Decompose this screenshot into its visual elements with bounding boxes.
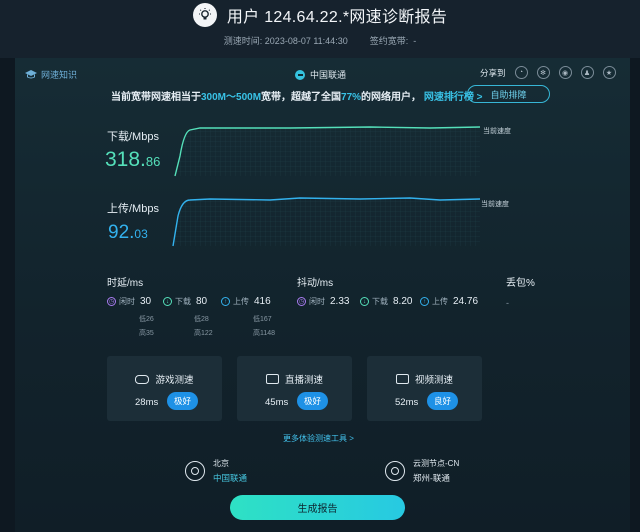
isp-indicator: 中国联通: [295, 68, 346, 81]
speed-summary: 当前宽带网速相当于300M～500M宽带，超越了全国77%的网络用户， 网速排行…: [111, 92, 483, 103]
latency-up-high: 高1148: [253, 330, 276, 337]
video-rating-badge: 良好: [427, 392, 458, 410]
share-bar: 分享到 ◔ ✻ ◉ ♟ ★: [480, 66, 616, 79]
download-area: [175, 127, 480, 176]
result-panel: 网速知识 中国联通 分享到 ◔ ✻ ◉ ♟ ★ 当前宽带网速相当于300M～50…: [15, 58, 630, 532]
qq-icon[interactable]: ♟: [580, 66, 594, 79]
page-title: 用户 124.64.22.*网速诊断报告: [226, 9, 448, 26]
lightbulb-icon: [192, 3, 217, 27]
latency-up-low: 低167: [253, 316, 272, 323]
live-test-card[interactable]: 直播测速 45ms 极好: [237, 356, 352, 421]
upload-speed: 92.03: [108, 222, 148, 243]
contract-bandwidth: 签约宽带: -: [369, 36, 417, 46]
latency-down-high: 高122: [194, 330, 213, 337]
moments-icon[interactable]: ✻: [536, 66, 550, 79]
video-test-card[interactable]: 视频测速 52ms 良好: [367, 356, 482, 421]
self-troubleshoot-button[interactable]: 自助排障: [467, 85, 550, 103]
download-label: 下载/Mbps: [107, 131, 159, 143]
latency-idle-high: 高35: [139, 330, 154, 337]
upload-label: 上传/Mbps: [107, 203, 159, 215]
jitter-upload: ↑ 上传 24.76: [420, 296, 478, 307]
latency-download: ↓ 下载 80: [163, 296, 207, 307]
gamepad-icon: [135, 374, 150, 384]
speed-graph: [172, 126, 481, 247]
more-tools-link[interactable]: 更多体验测速工具 >: [283, 433, 354, 444]
latency-title: 时延/ms: [107, 278, 144, 289]
weibo-icon[interactable]: ◉: [558, 66, 572, 79]
jitter-download: ↓ 下载 8.20: [360, 296, 412, 307]
wechat-icon[interactable]: ◔: [514, 66, 528, 79]
live-rating-badge: 极好: [297, 392, 328, 410]
latency-upload: ↑ 上传 416: [221, 296, 271, 307]
game-test-card[interactable]: 游戏测速 28ms 极好: [107, 356, 222, 421]
user-location: 北京 中国联通: [185, 458, 247, 484]
download-current-label: 当前速度: [483, 128, 511, 135]
game-rating-badge: 极好: [167, 392, 198, 410]
packet-loss-title: 丢包%: [506, 278, 535, 289]
packet-loss-value: -: [506, 298, 509, 308]
graduation-cap-icon: [25, 70, 37, 79]
latency-down-low: 低28: [194, 316, 209, 323]
download-arrow-icon: ↓: [163, 297, 172, 306]
globe-icon: [385, 461, 405, 481]
latency-idle: ◷ 闲时 30: [107, 296, 152, 307]
report-header: 用户 124.64.22.*网速诊断报告 测速时间: 2023-08-07 11…: [0, 0, 640, 58]
isp-icon: [295, 69, 305, 80]
speed-knowledge-link[interactable]: 网速知识: [25, 68, 77, 81]
test-time: 测速时间: 2023-08-07 11:44:30: [223, 36, 348, 46]
upload-arrow-icon: ↑: [420, 297, 429, 306]
upload-area: [173, 198, 480, 246]
idle-icon: ◷: [297, 297, 306, 306]
jitter-title: 抖动/ms: [297, 278, 334, 289]
jitter-idle: ◷ 闲时 2.33: [297, 296, 350, 307]
download-speed: 318.86: [105, 148, 161, 171]
download-arrow-icon: ↓: [360, 297, 369, 306]
idle-icon: ◷: [107, 297, 116, 306]
live-tv-icon: [265, 374, 279, 384]
latency-idle-low: 低26: [139, 316, 154, 323]
upload-current-label: 当前速度: [481, 201, 509, 208]
video-icon: [395, 374, 409, 384]
upload-arrow-icon: ↑: [221, 297, 230, 306]
qzone-icon[interactable]: ★: [602, 66, 616, 79]
test-node: 云测节点-CN 郑州-联通: [385, 458, 459, 484]
generate-report-button[interactable]: 生成报告: [230, 495, 405, 520]
location-pin-icon: [185, 461, 205, 481]
share-label: 分享到: [480, 67, 506, 78]
